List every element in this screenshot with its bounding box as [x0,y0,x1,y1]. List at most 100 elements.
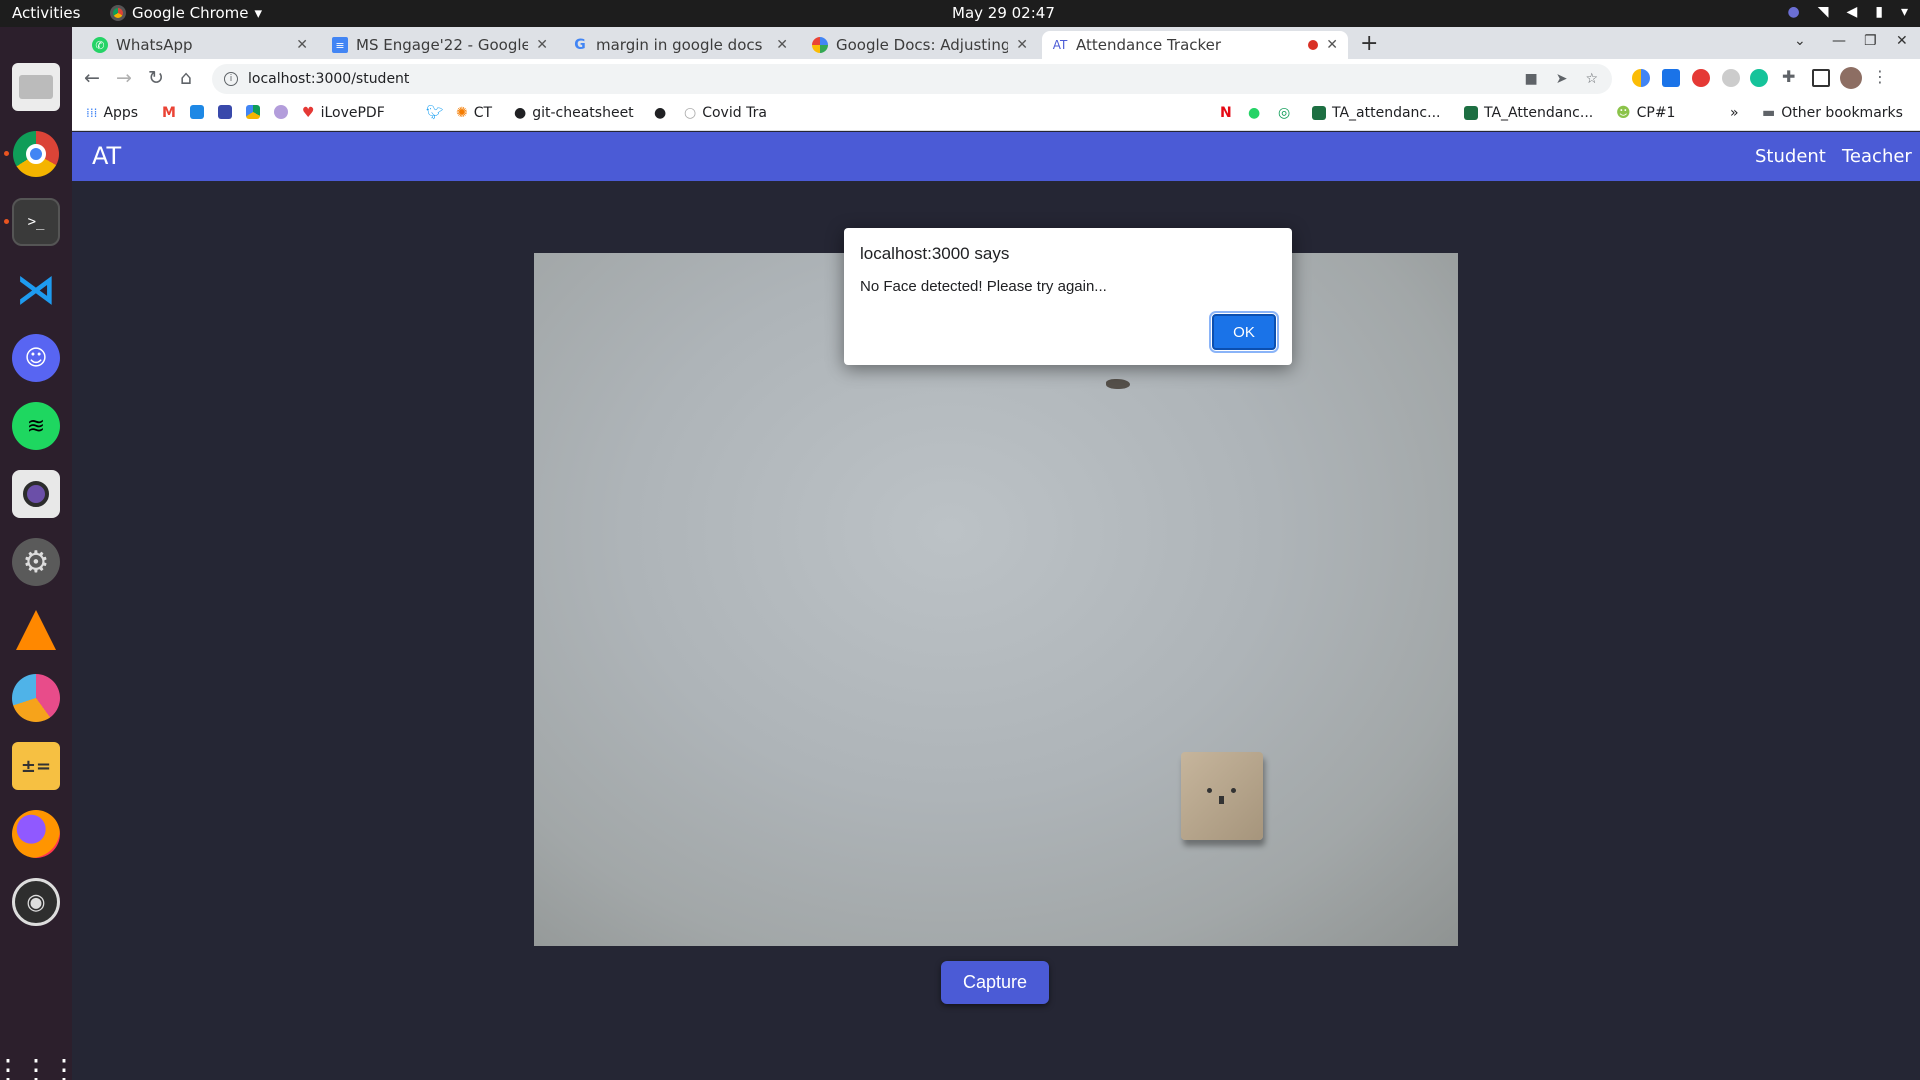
close-tab-icon[interactable]: ✕ [776,37,788,53]
bookmark-apps[interactable]: ⁞⁞⁞ Apps [86,105,138,121]
google-support-icon [812,37,828,53]
firefox-icon[interactable] [12,810,60,858]
tab-search-icon[interactable]: ⌄ [1794,33,1806,49]
terminal-icon[interactable]: >_ [12,198,60,246]
bookmark-ta-attendance-2[interactable]: TA_Attendanc... [1464,105,1593,121]
at-icon: AT [1052,38,1068,52]
vlc-icon[interactable] [12,606,60,654]
bookmark-favicon-icon[interactable] [274,105,288,119]
whatsapp-icon[interactable]: ● [1248,105,1260,121]
covid-icon: ○ [684,105,697,121]
wifi-icon[interactable]: ◥ [1818,4,1829,20]
clock[interactable]: May 29 02:47 [952,4,1055,22]
teams-tray-icon[interactable]: ● [1787,4,1799,20]
bookmark-label: iLovePDF [320,105,385,121]
bookmark-favicon-icon[interactable]: ◎ [1278,105,1290,121]
chrome-menu-icon[interactable]: ⋮ [1872,67,1890,86]
system-top-bar: Activities Google Chrome ▾ May 29 02:47 … [0,0,1920,27]
close-tab-icon[interactable]: ✕ [536,37,548,53]
tab-whatsapp[interactable]: ✆ WhatsApp ✕ [82,31,318,59]
tab-title: WhatsApp [116,36,193,54]
address-bar[interactable]: i localhost:3000/student ■ ➤ ☆ [212,64,1612,94]
extension-icon[interactable] [1722,69,1740,87]
close-window-icon[interactable]: ✕ [1896,33,1908,49]
alert-message: No Face detected! Please try again... [860,278,1107,295]
restore-icon[interactable]: ❐ [1864,33,1877,49]
obs-icon[interactable]: ◉ [12,878,60,926]
wall-mark [1106,379,1130,389]
brand-logo[interactable]: AT [92,142,121,170]
reload-icon[interactable]: ↻ [148,67,164,89]
disk-usage-icon[interactable] [12,674,60,722]
system-tray[interactable]: ● ◥ ◀ ▮ ▾ [1787,4,1908,20]
battery-icon[interactable]: ▮ [1875,4,1883,20]
bookmarks-overflow-button[interactable]: » [1730,105,1739,121]
bookmark-ta-attendance-1[interactable]: TA_attendanc... [1312,105,1440,121]
cheese-camera-icon[interactable] [12,470,60,518]
nav-student-link[interactable]: Student [1755,146,1826,167]
app-menu[interactable]: Google Chrome ▾ [110,4,262,22]
download-extension-icon[interactable] [1662,69,1680,87]
recording-indicator-icon [1308,40,1319,50]
bookmark-git-cheatsheet[interactable]: ● git-cheatsheet [514,105,634,121]
cp-icon: ☻ [1616,105,1631,121]
alert-dialog: localhost:3000 says No Face detected! Pl… [844,228,1292,365]
send-to-device-icon[interactable]: ➤ [1556,71,1568,87]
activities-button[interactable]: Activities [12,4,80,22]
tab-docs-support[interactable]: Google Docs: Adjusting M ✕ [802,31,1038,59]
site-info-icon[interactable]: i [224,72,238,86]
tab-title: MS Engage'22 - Google Do [356,36,529,54]
capture-button[interactable]: Capture [941,961,1049,1004]
close-tab-icon[interactable]: ✕ [1326,37,1338,53]
puzzle-extensions-icon[interactable]: ✚ [1782,67,1800,86]
opera-icon[interactable] [1692,69,1710,87]
bookmark-favicon-icon[interactable] [190,105,204,119]
chrome-icon [110,5,126,21]
tab-attendance-tracker[interactable]: AT Attendance Tracker ✕ [1042,31,1348,59]
close-tab-icon[interactable]: ✕ [296,37,308,53]
app-navbar: AT Student Teacher [72,132,1920,181]
camera-in-use-icon[interactable]: ■ [1524,71,1537,87]
new-tab-button[interactable]: + [1360,31,1378,56]
forward-icon[interactable]: → [116,67,132,89]
url-text[interactable]: localhost:3000/student [248,71,409,87]
back-icon[interactable]: ← [84,67,100,89]
bookmark-cp1[interactable]: ☻ CP#1 [1616,105,1675,121]
bookmark-ct[interactable]: ✺ CT [456,105,492,121]
home-icon[interactable]: ⌂ [180,67,192,89]
other-bookmarks[interactable]: ▬ Other bookmarks [1762,105,1903,121]
google-drive-icon[interactable] [246,105,260,119]
twitter-icon[interactable]: 🐦︎ [426,105,444,121]
close-tab-icon[interactable]: ✕ [1016,37,1028,53]
nav-teacher-link[interactable]: Teacher [1842,146,1912,167]
gmail-icon[interactable]: M [162,105,176,121]
calculator-icon[interactable]: ±= [12,742,60,790]
github-icon[interactable]: ● [654,105,666,121]
show-applications-icon[interactable]: ⋮⋮⋮ [0,1045,78,1080]
extension-icon[interactable] [1632,69,1650,87]
minimize-icon[interactable]: — [1832,33,1846,49]
bookmark-label: TA_Attendanc... [1484,105,1594,121]
volume-icon[interactable]: ◀ [1846,4,1857,20]
grammarly-icon[interactable] [1750,69,1768,87]
alert-title: localhost:3000 says [860,244,1010,263]
files-icon[interactable] [12,63,60,111]
chrome-dock-icon[interactable] [12,130,60,178]
tab-margin-search[interactable]: G margin in google docs - Go ✕ [562,31,798,59]
vscode-icon[interactable]: ⋊ [12,266,60,314]
side-panel-icon[interactable] [1812,69,1830,87]
settings-icon[interactable]: ⚙ [12,538,60,586]
tab-ms-engage[interactable]: ≡ MS Engage'22 - Google Do ✕ [322,31,558,59]
bookmark-favicon-icon[interactable] [218,105,232,119]
power-menu-icon[interactable]: ▾ [1901,4,1908,20]
alert-ok-button[interactable]: OK [1209,311,1279,353]
bookmark-star-icon[interactable]: ☆ [1585,71,1598,87]
github-icon: ● [514,105,527,121]
running-indicator [4,151,9,156]
profile-avatar[interactable] [1840,67,1862,89]
bookmark-covid-tracker[interactable]: ○ Covid Tra [684,105,767,121]
discord-icon[interactable]: ☺ [12,334,60,382]
spotify-icon[interactable]: ≋ [12,402,60,450]
bookmark-ilovepdf[interactable]: ♥ iLovePDF [302,105,385,121]
netflix-icon[interactable]: N [1220,105,1232,121]
